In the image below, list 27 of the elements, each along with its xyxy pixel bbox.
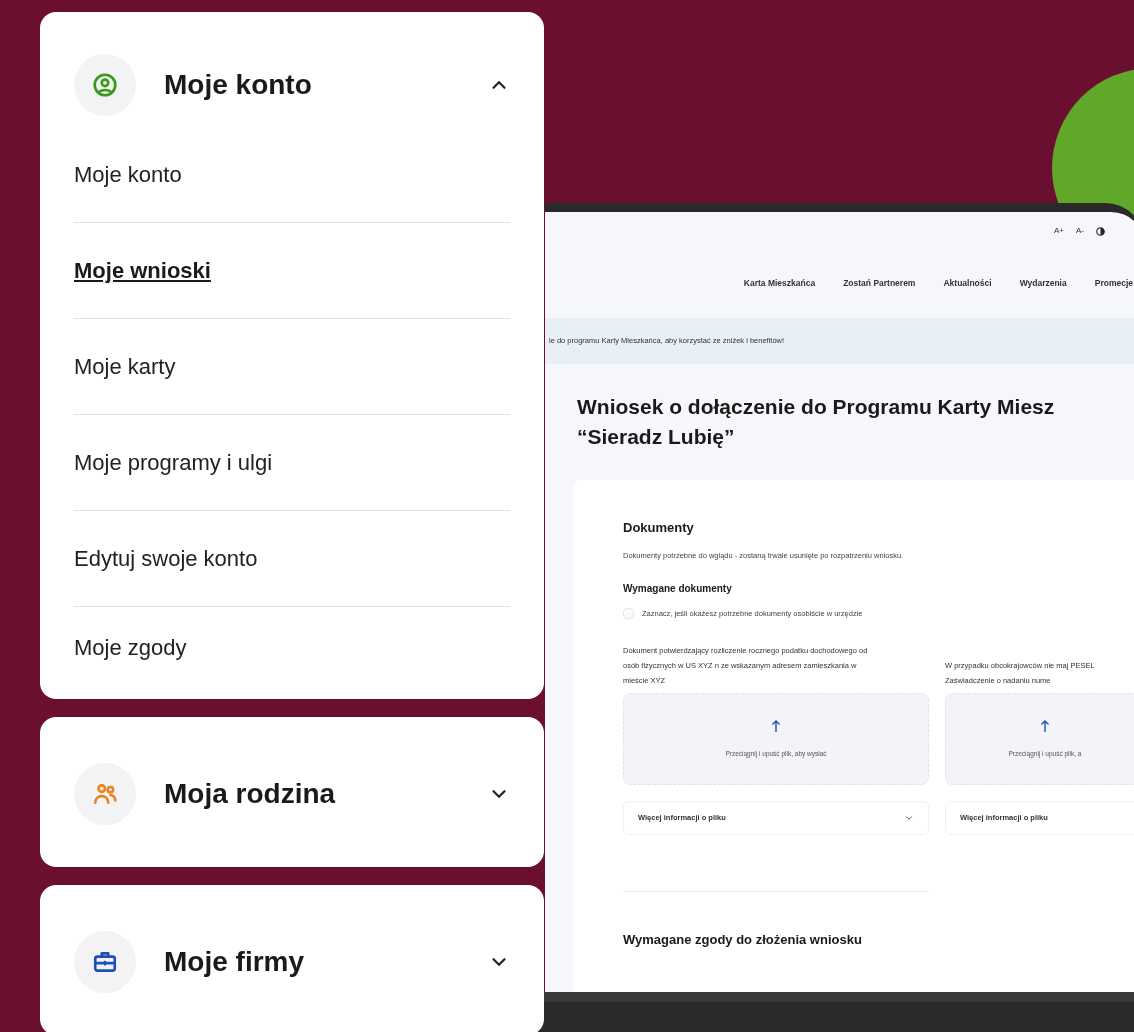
nav-link[interactable]: Zostań Partnerem [843, 276, 916, 290]
section-title: Moja rodzina [164, 777, 337, 811]
section-title: Moje firmy [164, 945, 306, 979]
section-header[interactable]: Moje konto [74, 12, 510, 127]
menu-link[interactable]: Moje zgody [74, 630, 187, 664]
menu-link[interactable]: Moje wnioski [74, 254, 211, 287]
font-size-button[interactable]: A- [1076, 225, 1084, 237]
subsection-heading: Wymagane dokumenty [623, 581, 733, 596]
nav-link[interactable]: Promecje [1094, 276, 1133, 290]
section-heading: Dokumenty [623, 519, 695, 537]
checkbox[interactable] [623, 607, 634, 619]
nav-link[interactable]: Aktualności [943, 276, 992, 290]
section-title: Moje konto [164, 68, 313, 102]
menu-link[interactable]: Edytuj swoje konto [74, 542, 258, 575]
upload-arrow-icon [771, 719, 781, 734]
menu-link[interactable]: Moje karty [74, 350, 176, 383]
upload-arrow-icon [1040, 719, 1050, 734]
section-header[interactable]: Moja rodzina [74, 717, 510, 867]
consents-heading: Wymagane zgody do złożenia wniosku [623, 931, 863, 949]
section-header[interactable]: Moje firmy [74, 885, 510, 1032]
nav-link[interactable]: Karta Mieszkańca [743, 276, 816, 290]
menu-link[interactable]: Moje konto [74, 158, 182, 191]
page-heading: Wniosek o dołączenie do Programu Karty Miesz “Sieradz Lubię” [577, 394, 1056, 450]
nav-link[interactable]: Wydarzenia [1019, 276, 1067, 290]
font-size-button[interactable]: A+ [1054, 225, 1064, 237]
menu-link[interactable]: Moje programy i ulgi [74, 446, 273, 479]
contrast-icon[interactable] [1096, 226, 1105, 236]
